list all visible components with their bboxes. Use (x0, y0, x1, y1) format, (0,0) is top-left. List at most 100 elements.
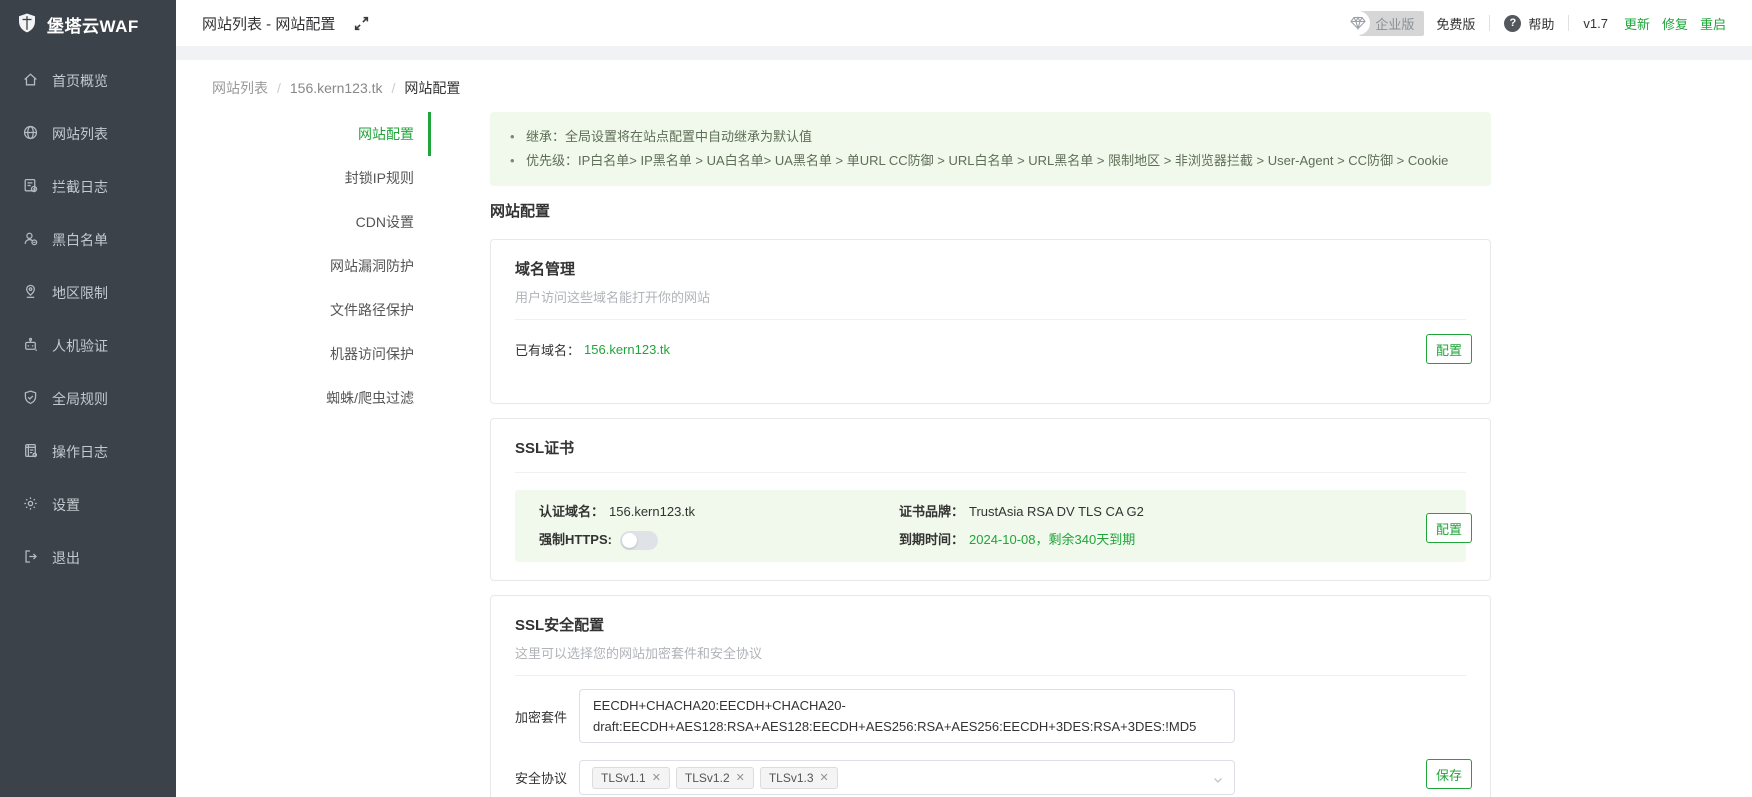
existing-domain-label: 已有域名： (515, 343, 581, 358)
config-submenu: 网站配置 封锁IP规则 CDN设置 网站漏洞防护 文件路径保护 机器访问保护 蜘… (212, 112, 431, 420)
sidebar-item-label: 拦截日志 (52, 178, 108, 195)
protocol-multiselect[interactable]: TLSv1.1 ✕ TLSv1.2 ✕ TLSv1.3 ✕ (579, 760, 1235, 795)
content-panel: 网站列表 / 156.kern123.tk / 网站配置 网站配置 封锁IP规则… (176, 60, 1752, 797)
sidebar-item-site-list[interactable]: 网站列表 (0, 107, 176, 160)
breadcrumb-separator: / (391, 80, 396, 96)
force-https-toggle[interactable] (619, 530, 658, 550)
submenu-item-spider-filter[interactable]: 蜘蛛/爬虫过滤 (212, 376, 431, 420)
ssl-config-button[interactable]: 配置 (1426, 513, 1472, 543)
protocol-tag: TLSv1.2 ✕ (675, 766, 754, 789)
divider (515, 472, 1466, 473)
cert-brand-value: TrustAsia RSA DV TLS CA G2 (969, 504, 1144, 519)
topbar: 网站列表 - 网站配置 企业版 免费版 ? 帮助 v1.7 更新 修复 重启 (176, 0, 1752, 46)
bullet: • (510, 153, 515, 168)
cert-brand-label: 证书品牌： (899, 504, 965, 519)
submenu-item-bot-access-protect[interactable]: 机器访问保护 (212, 332, 431, 376)
shield-check-icon (22, 389, 39, 409)
operation-log-icon (22, 442, 39, 462)
remove-tag-icon[interactable]: ✕ (820, 771, 829, 784)
divider (1489, 15, 1491, 31)
card-subtitle: 这里可以选择您的网站加密套件和安全协议 (515, 646, 763, 661)
cipher-suite-row: 加密套件 EECDH+CHACHA20:EECDH+CHACHA20-draft… (515, 689, 1466, 743)
update-link[interactable]: 更新 (1624, 14, 1650, 33)
domain-manage-card: 域名管理 用户访问这些域名能打开你的网站 已有域名： 156.kern123.t… (490, 239, 1491, 404)
breadcrumb-domain[interactable]: 156.kern123.tk (290, 80, 383, 96)
ssl-cert-left-col: 认证域名： 156.kern123.tk 强制HTTPS: (539, 500, 899, 552)
auth-domain-value: 156.kern123.tk (609, 504, 696, 519)
sidebar: 堡塔云WAF 首页概览 网站列表 拦截日志 黑白名单 地区限制 人机验证 全局规… (0, 0, 176, 797)
sidebar-item-label: 操作日志 (52, 443, 108, 460)
notice-priority-text: 优先级：IP白名单> IP黑名单 > UA白名单> UA黑名单 > 单URL C… (526, 153, 1449, 168)
existing-domain-row: 已有域名： 156.kern123.tk (515, 340, 1466, 359)
logout-icon (22, 548, 39, 568)
sidebar-item-home[interactable]: 首页概览 (0, 54, 176, 107)
cert-expire-value: 2024-10-08，剩余340天到期 (969, 532, 1136, 547)
help-label: 帮助 (1528, 16, 1555, 32)
submenu-item-block-ip-rules[interactable]: 封锁IP规则 (212, 156, 431, 200)
protocol-tag-label: TLSv1.2 (684, 770, 730, 785)
protocol-tag: TLSv1.1 ✕ (592, 766, 670, 789)
repair-link[interactable]: 修复 (1662, 14, 1688, 33)
submenu-item-vulnerability-protect[interactable]: 网站漏洞防护 (212, 244, 431, 288)
sidebar-item-label: 地区限制 (52, 284, 108, 301)
edition-free-link[interactable]: 免费版 (1436, 14, 1475, 33)
sidebar-item-global-rules[interactable]: 全局规则 (0, 372, 176, 425)
divider (1568, 15, 1570, 31)
cert-expire-label: 到期时间： (899, 532, 965, 547)
sidebar-item-settings[interactable]: 设置 (0, 478, 176, 531)
breadcrumb-current: 网站配置 (404, 80, 461, 96)
sidebar-item-operation-log[interactable]: 操作日志 (0, 425, 176, 478)
edition-switcher: 企业版 免费版 (1346, 10, 1475, 36)
inherit-notice: • 继承：全局设置将在站点配置中自动继承为默认值 • 优先级：IP白名单> IP… (490, 112, 1491, 186)
submenu-item-cdn-settings[interactable]: CDN设置 (212, 200, 431, 244)
remove-tag-icon[interactable]: ✕ (652, 771, 661, 784)
remove-tag-icon[interactable]: ✕ (736, 771, 745, 784)
sidebar-item-label: 设置 (52, 496, 80, 513)
sidebar-menu: 首页概览 网站列表 拦截日志 黑白名单 地区限制 人机验证 全局规则 操作日志 (0, 54, 176, 584)
divider (515, 319, 1466, 320)
card-title: 域名管理 (515, 261, 576, 278)
protocol-tag-label: TLSv1.1 (601, 770, 646, 785)
help-button[interactable]: ? 帮助 (1504, 14, 1554, 33)
sidebar-item-label: 退出 (52, 549, 80, 566)
shield-icon (16, 12, 38, 37)
robot-icon (22, 336, 39, 356)
sidebar-item-captcha[interactable]: 人机验证 (0, 319, 176, 372)
ssl-cert-info-box: 认证域名： 156.kern123.tk 强制HTTPS: 证书品牌： Trus… (515, 490, 1466, 562)
fullscreen-icon[interactable] (353, 15, 370, 32)
toggle-knob (621, 532, 637, 548)
auth-domain-label: 认证域名： (539, 504, 605, 519)
auth-domain-row: 认证域名： 156.kern123.tk (539, 500, 899, 524)
bullet: • (510, 129, 515, 144)
notice-line-priority: • 优先级：IP白名单> IP黑名单 > UA白名单> UA黑名单 > 单URL… (510, 149, 1471, 173)
ssl-cert-card: SSL证书 认证域名： 156.kern123.tk 强制HTTPS: 证书品牌… (490, 418, 1491, 581)
sidebar-item-region-limit[interactable]: 地区限制 (0, 266, 176, 319)
version-label: v1.7 (1583, 15, 1608, 31)
topbar-right: 企业版 免费版 ? 帮助 v1.7 更新 修复 重启 (1346, 10, 1726, 36)
sidebar-item-label: 黑白名单 (52, 231, 108, 248)
domain-config-button[interactable]: 配置 (1426, 334, 1472, 364)
sidebar-item-block-log[interactable]: 拦截日志 (0, 160, 176, 213)
card-title: SSL证书 (515, 440, 575, 457)
breadcrumb-separator: / (277, 80, 281, 96)
protocol-tag: TLSv1.3 ✕ (759, 766, 838, 789)
card-title: SSL安全配置 (515, 617, 605, 634)
block-log-icon (22, 177, 39, 197)
restart-link[interactable]: 重启 (1700, 14, 1726, 33)
main-column: • 继承：全局设置将在站点配置中自动继承为默认值 • 优先级：IP白名单> IP… (490, 112, 1491, 797)
sidebar-item-logout[interactable]: 退出 (0, 531, 176, 584)
save-button[interactable]: 保存 (1426, 759, 1472, 789)
sidebar-item-label: 首页概览 (52, 72, 108, 89)
cert-brand-row: 证书品牌： TrustAsia RSA DV TLS CA G2 (899, 500, 1144, 524)
cipher-suite-label: 加密套件 (515, 709, 568, 725)
cipher-suite-input[interactable]: EECDH+CHACHA20:EECDH+CHACHA20-draft:EECD… (579, 689, 1235, 743)
question-circle-icon: ? (1504, 14, 1522, 32)
submenu-item-site-config[interactable]: 网站配置 (212, 112, 431, 156)
submenu-item-file-path-protect[interactable]: 文件路径保护 (212, 288, 431, 332)
globe-icon (22, 124, 39, 144)
breadcrumb: 网站列表 / 156.kern123.tk / 网站配置 (212, 78, 1752, 98)
breadcrumb-site-list[interactable]: 网站列表 (212, 78, 268, 98)
app-title: 堡塔云WAF (47, 16, 139, 36)
notice-line-inherit: • 继承：全局设置将在站点配置中自动继承为默认值 (510, 125, 1471, 149)
sidebar-item-black-white-list[interactable]: 黑白名单 (0, 213, 176, 266)
